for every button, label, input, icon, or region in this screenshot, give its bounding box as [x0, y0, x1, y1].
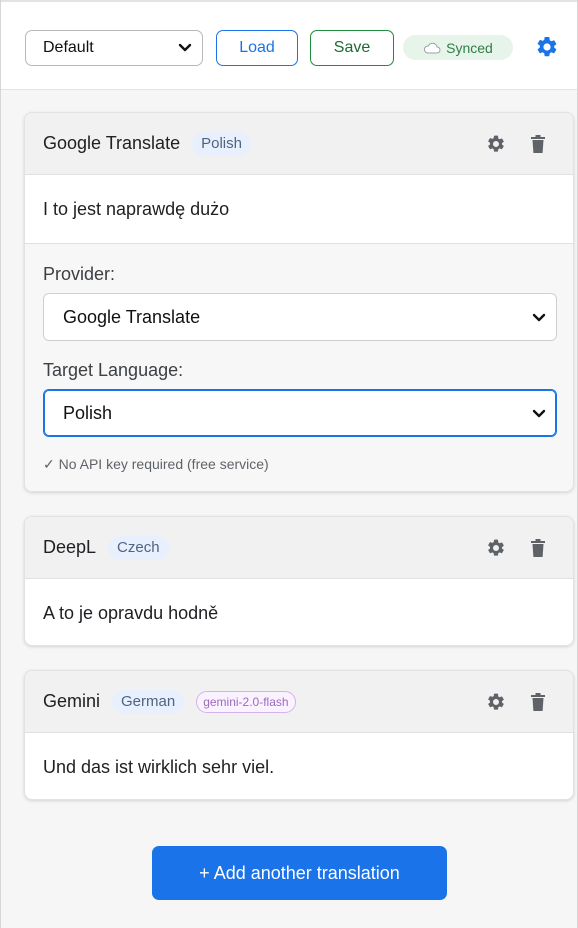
provider-select[interactable]: Google Translate	[43, 293, 557, 341]
provider-name: Gemini	[43, 691, 101, 711]
translation-text: I to jest naprawdę dużo	[43, 198, 230, 219]
language-badge: Polish	[192, 131, 251, 156]
target-language-label: Target Language:	[43, 360, 184, 380]
translation-card-deepl: DeepL Czech A to je opravdu hodně	[24, 516, 574, 646]
card-header[interactable]: Gemini German gemini-2.0-flash	[25, 671, 573, 733]
provider-label: Provider:	[43, 264, 116, 284]
target-language-select[interactable]: Polish	[43, 389, 557, 437]
translation-card-google: Google Translate Polish I to jest napraw…	[24, 112, 574, 492]
trash-icon[interactable]	[530, 134, 546, 154]
trash-icon[interactable]	[530, 538, 546, 558]
language-badge: German	[112, 689, 185, 714]
provider-name: DeepL	[43, 537, 97, 557]
api-key-hint: ✓ No API key required (free service)	[43, 456, 269, 472]
language-badge: Czech	[108, 535, 169, 560]
card-settings-gear-icon[interactable]	[486, 134, 506, 154]
target-language-value: Polish	[63, 402, 113, 423]
toolbar: Default Load Save Synced	[1, 0, 577, 90]
sync-status-badge: Synced	[403, 35, 513, 60]
provider-name: Google Translate	[43, 133, 181, 153]
translation-card-gemini: Gemini German gemini-2.0-flash Und das i…	[24, 670, 574, 800]
card-settings-panel: Provider: Google Translate Target Langua…	[25, 243, 573, 491]
model-badge: gemini-2.0-flash	[196, 690, 296, 713]
load-button[interactable]: Load	[216, 30, 298, 66]
provider-select-value: Google Translate	[63, 306, 201, 327]
translation-text: Und das ist wirklich sehr viel.	[43, 756, 275, 777]
card-settings-gear-icon[interactable]	[486, 538, 506, 558]
add-translation-button[interactable]: + Add another translation	[152, 846, 447, 900]
sync-status-text: Synced	[446, 39, 493, 56]
gear-icon[interactable]	[535, 35, 559, 59]
card-header[interactable]: DeepL Czech	[25, 517, 573, 579]
card-settings-gear-icon[interactable]	[486, 692, 506, 712]
card-header[interactable]: Google Translate Polish	[25, 113, 573, 175]
save-button[interactable]: Save	[310, 30, 394, 66]
chevron-down-icon	[178, 43, 192, 52]
translation-text: A to je opravdu hodně	[43, 602, 219, 623]
trash-icon[interactable]	[530, 692, 546, 712]
chevron-down-icon	[532, 313, 546, 322]
chevron-down-icon	[532, 409, 546, 418]
cloud-icon	[424, 42, 441, 53]
profile-select[interactable]: Default	[25, 30, 203, 66]
profile-select-value: Default	[43, 39, 94, 56]
